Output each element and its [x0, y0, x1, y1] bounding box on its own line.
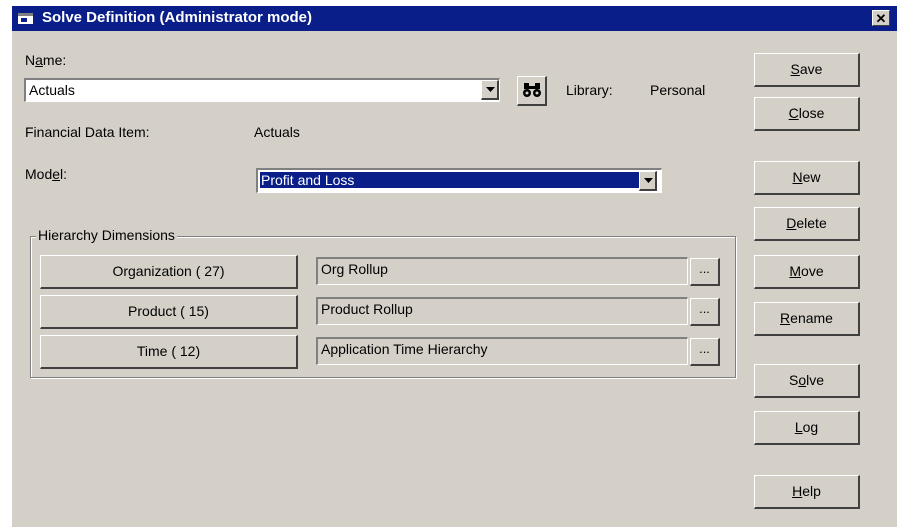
close-window-button[interactable]: ✕ [872, 10, 890, 26]
title-bar: Solve Definition (Administrator mode) ✕ [12, 6, 897, 31]
library-value: Personal [650, 82, 706, 98]
model-select[interactable]: Profit and Loss [256, 168, 662, 193]
chevron-down-icon [644, 178, 653, 183]
solve-button[interactable]: Solve [754, 364, 860, 398]
delete-button[interactable]: Delete [754, 207, 860, 241]
window-app-icon [18, 13, 33, 24]
hierarchy-field-product: Product Rollup [316, 297, 688, 325]
rename-button[interactable]: Rename [754, 302, 860, 336]
model-value: Profit and Loss [260, 172, 641, 188]
name-combobox[interactable]: Actuals [24, 78, 500, 102]
hierarchy-field-time: Application Time Hierarchy [316, 337, 688, 365]
model-dropdown-button[interactable] [639, 171, 657, 191]
chevron-down-icon [486, 87, 495, 92]
save-button[interactable]: Save [754, 53, 860, 87]
dimension-button-product[interactable]: Product ( 15) [40, 295, 298, 329]
browse-button-time[interactable]: ... [690, 338, 720, 366]
browse-button-organization[interactable]: ... [690, 258, 720, 286]
hierarchy-field-organization: Org Rollup [316, 257, 688, 285]
solve-definition-dialog: Solve Definition (Administrator mode) ✕ … [12, 6, 897, 527]
name-label: Name: [25, 52, 67, 68]
browse-button-product[interactable]: ... [690, 298, 720, 326]
name-dropdown-button[interactable] [481, 80, 499, 100]
dimension-button-organization[interactable]: Organization ( 27) [40, 255, 298, 289]
find-button[interactable] [517, 76, 547, 106]
name-value: Actuals [29, 82, 75, 98]
log-button[interactable]: Log [754, 411, 860, 445]
help-button[interactable]: Help [754, 475, 860, 509]
hierarchy-dimensions-label: Hierarchy Dimensions [36, 227, 177, 243]
close-button[interactable]: Close [754, 97, 860, 131]
binoculars-icon [522, 83, 541, 97]
financial-data-item-value: Actuals [254, 124, 300, 140]
new-button[interactable]: New [754, 161, 860, 195]
library-label: Library: [566, 82, 613, 98]
move-button[interactable]: Move [754, 255, 860, 289]
dimension-button-time[interactable]: Time ( 12) [40, 335, 298, 369]
model-label: Model: [25, 166, 68, 182]
window-title: Solve Definition (Administrator mode) [42, 9, 313, 26]
financial-data-item-label: Financial Data Item: [25, 124, 150, 140]
